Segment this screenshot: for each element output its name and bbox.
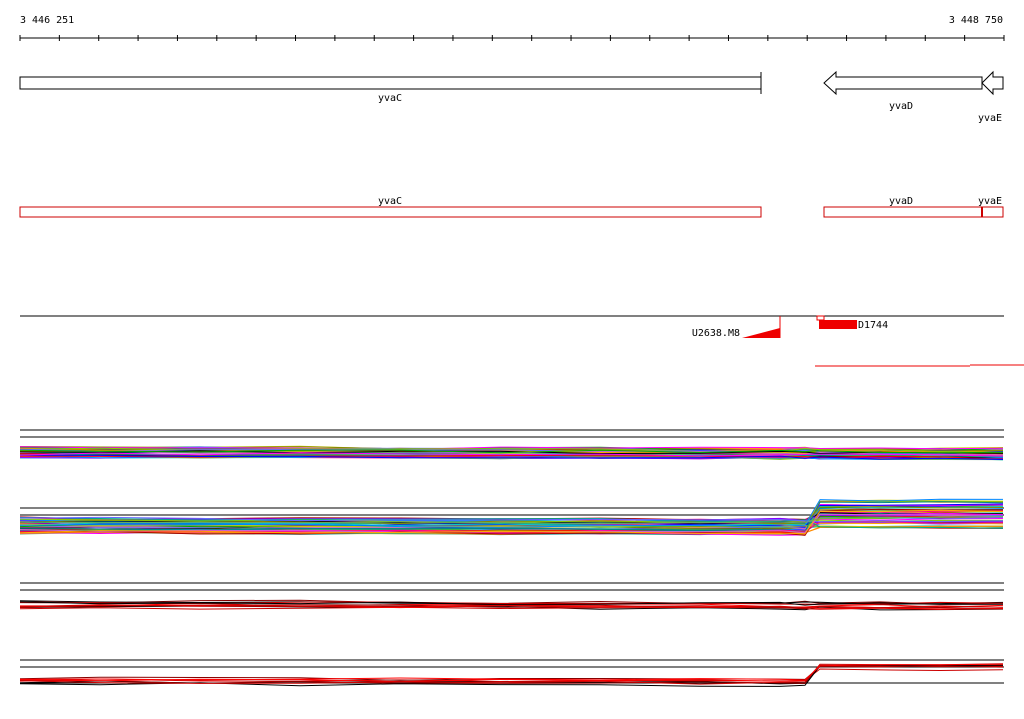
gene-track: yvaC yvaD yvaE xyxy=(19,70,1004,124)
expression-series-line xyxy=(19,665,1004,681)
gene-yvaE-arrow[interactable] xyxy=(981,70,1004,96)
transcript-yvaC-box[interactable] xyxy=(19,206,762,218)
genome-browser-view: 3 446 251 3 448 750 yvaC yvaD yvaE yvaC … xyxy=(0,0,1024,714)
expression-track-4 xyxy=(19,659,1004,687)
expression-track-1 xyxy=(19,429,1004,461)
ruler-start-label: 3 446 251 xyxy=(20,15,74,26)
transcript-track: yvaC yvaD yvaE xyxy=(19,196,1004,218)
gene-yvaC-arrow[interactable] xyxy=(19,76,762,90)
feature-D1744-marker xyxy=(816,315,825,321)
gene-label-yvaE: yvaE xyxy=(978,113,1002,124)
transcript-yvaE-box[interactable] xyxy=(981,206,1004,218)
feature-label-U2638-M8: U2638.M8 xyxy=(692,328,740,339)
expression-track-2 xyxy=(19,498,1004,536)
coordinate-ruler: 3 446 251 3 448 750 xyxy=(19,15,1005,41)
transcript-label-yvaD: yvaD xyxy=(889,196,913,207)
transcript-yvaD-box[interactable] xyxy=(823,206,983,218)
feature-U2638-M8-wedge[interactable] xyxy=(742,328,780,338)
feature-D1744-block[interactable] xyxy=(819,320,857,329)
transcript-label-yvaC: yvaC xyxy=(378,196,402,207)
genome-browser-canvas: 3 446 251 3 448 750 yvaC yvaD yvaE yvaC … xyxy=(19,15,1024,687)
gene-yvaD-arrow[interactable] xyxy=(823,70,983,96)
transcript-label-yvaE: yvaE xyxy=(978,196,1002,207)
feature-label-D1744: D1744 xyxy=(858,320,888,331)
gene-label-yvaD: yvaD xyxy=(889,101,913,112)
gene-label-yvaC: yvaC xyxy=(378,93,402,104)
ruler-end-label: 3 448 750 xyxy=(949,15,1003,26)
feature-track: U2638.M8 D1744 xyxy=(20,315,1024,367)
expression-track-3 xyxy=(19,582,1004,611)
